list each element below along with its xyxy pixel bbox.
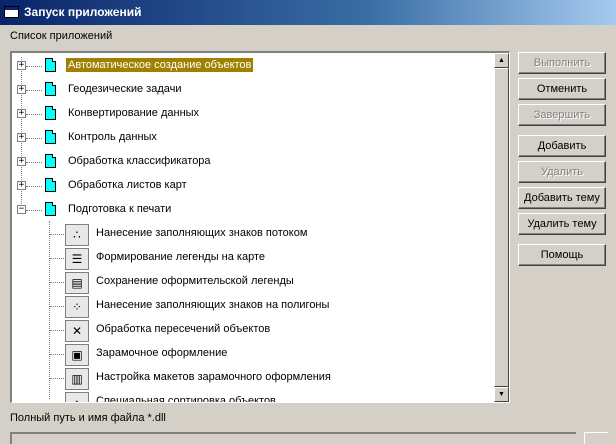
app-launcher-window: Запуск приложений Список приложений + Ав… xyxy=(0,0,616,444)
tree-item-label[interactable]: Настройка макетов зарамочного оформления xyxy=(94,370,333,384)
document-icon xyxy=(45,106,56,120)
tree-item-label[interactable]: Зарамочное оформление xyxy=(94,346,229,360)
delete-button[interactable]: Удалить xyxy=(518,161,606,183)
legend-icon: ☰ xyxy=(65,248,89,270)
tree-scrollbar[interactable]: ▲ ▼ xyxy=(494,53,509,402)
window-icon xyxy=(4,6,19,18)
tree-item[interactable]: ↕ Специальная сортировка объектов xyxy=(12,391,497,402)
tree-item-label[interactable]: Нанесение заполняющих знаков потоком xyxy=(94,226,309,240)
tree-item[interactable]: ⁘ Нанесение заполняющих знаков на полиго… xyxy=(12,295,497,319)
title-bar[interactable]: Запуск приложений xyxy=(0,0,616,25)
dll-path-label: Полный путь и имя файла *.dll xyxy=(10,412,166,424)
app-list-label: Список приложений xyxy=(10,30,113,42)
scroll-thumb[interactable] xyxy=(494,68,509,387)
polygon-fill-icon: ⁘ xyxy=(65,296,89,318)
tree-group-label[interactable]: Конвертирование данных xyxy=(66,106,201,120)
frame-icon: ▣ xyxy=(65,344,89,366)
intersection-icon: ✕ xyxy=(65,320,89,342)
collapse-icon[interactable]: − xyxy=(17,205,26,214)
tree-group-label[interactable]: Контроль данных xyxy=(66,130,159,144)
tree-group-label[interactable]: Подготовка к печати xyxy=(66,202,173,216)
delete-topic-button[interactable]: Удалить тему xyxy=(518,213,606,235)
tree-group-convert[interactable]: + Конвертирование данных xyxy=(12,103,497,127)
dll-path-input[interactable] xyxy=(10,432,576,444)
expand-icon[interactable]: + xyxy=(17,133,26,142)
run-button[interactable]: Выполнить xyxy=(518,52,606,74)
legend-save-icon: ▤ xyxy=(65,272,89,294)
tree-group-label[interactable]: Автоматическое создание объектов xyxy=(66,58,254,72)
document-icon xyxy=(45,82,56,96)
tree-item[interactable]: ▣ Зарамочное оформление xyxy=(12,343,497,367)
browse-button[interactable] xyxy=(584,432,608,444)
add-button[interactable]: Добавить xyxy=(518,135,606,157)
document-icon xyxy=(45,178,56,192)
finish-button[interactable]: Завершить xyxy=(518,104,606,126)
expand-icon[interactable]: + xyxy=(17,109,26,118)
tree-group-label[interactable]: Геодезические задачи xyxy=(66,82,184,96)
scroll-down-icon[interactable]: ▼ xyxy=(494,387,509,402)
document-icon xyxy=(45,58,56,72)
tree-item-label[interactable]: Формирование легенды на карте xyxy=(94,250,267,264)
tree-group-label[interactable]: Обработка классификатора xyxy=(66,154,213,168)
tree-group-classifier[interactable]: + Обработка классификатора xyxy=(12,151,497,175)
app-tree[interactable]: + Автоматическое создание объектов + Гео… xyxy=(10,51,510,403)
expand-icon[interactable]: + xyxy=(17,181,26,190)
fill-pattern-icon: ∴ xyxy=(65,224,89,246)
tree-item[interactable]: ∴ Нанесение заполняющих знаков потоком xyxy=(12,223,497,247)
expand-icon[interactable]: + xyxy=(17,61,26,70)
expand-icon[interactable]: + xyxy=(17,157,26,166)
tree-item-label[interactable]: Нанесение заполняющих знаков на полигоны xyxy=(94,298,331,312)
tree-item-label[interactable]: Сохранение оформительской легенды xyxy=(94,274,296,288)
tree-group-map-sheets[interactable]: + Обработка листов карт xyxy=(12,175,497,199)
add-topic-button[interactable]: Добавить тему xyxy=(518,187,606,209)
tree-group-auto-create[interactable]: + Автоматическое создание объектов xyxy=(12,55,497,79)
cancel-button[interactable]: Отменить xyxy=(518,78,606,100)
tree-item-label[interactable]: Обработка пересечений объектов xyxy=(94,322,272,336)
tree-group-control[interactable]: + Контроль данных xyxy=(12,127,497,151)
tree-group-geodesy[interactable]: + Геодезические задачи xyxy=(12,79,497,103)
tree-item[interactable]: ▤ Сохранение оформительской легенды xyxy=(12,271,497,295)
tree-item[interactable]: ▥ Настройка макетов зарамочного оформлен… xyxy=(12,367,497,391)
tree-item-label[interactable]: Специальная сортировка объектов xyxy=(94,394,278,402)
window-title: Запуск приложений xyxy=(24,5,142,19)
frame-layout-icon: ▥ xyxy=(65,368,89,390)
scroll-up-icon[interactable]: ▲ xyxy=(494,53,509,68)
document-icon xyxy=(45,202,56,216)
document-icon xyxy=(45,130,56,144)
document-icon xyxy=(45,154,56,168)
help-button[interactable]: Помощь xyxy=(518,244,606,266)
sort-icon: ↕ xyxy=(65,392,89,402)
tree-item[interactable]: ✕ Обработка пересечений объектов xyxy=(12,319,497,343)
tree-item[interactable]: ☰ Формирование легенды на карте xyxy=(12,247,497,271)
expand-icon[interactable]: + xyxy=(17,85,26,94)
tree-group-print-prep[interactable]: − Подготовка к печати xyxy=(12,199,497,223)
tree-group-label[interactable]: Обработка листов карт xyxy=(66,178,189,192)
